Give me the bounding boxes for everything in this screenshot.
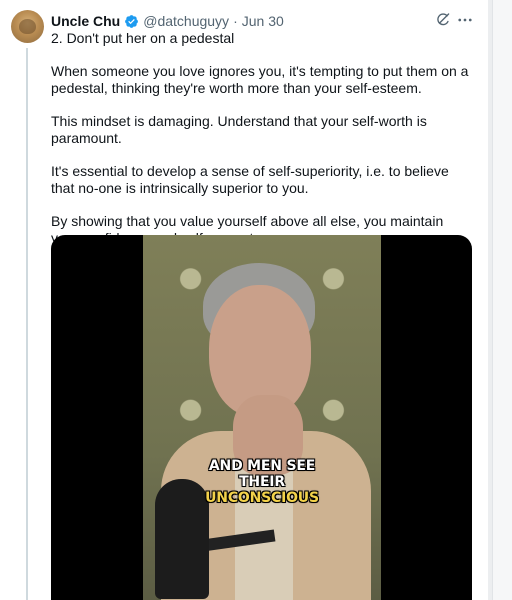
author-name[interactable]: Uncle Chu: [51, 13, 120, 29]
tweet-date[interactable]: Jun 30: [242, 13, 284, 29]
tweet-paragraph: It's essential to develop a sense of sel…: [51, 163, 449, 196]
thread-line: [26, 48, 28, 600]
tweet-card: Uncle Chu @datchuguyy · Jun 30 2. Don't …: [0, 0, 488, 600]
grok-icon[interactable]: [434, 11, 452, 29]
tweet-paragraph: When someone you love ignores you, it's …: [51, 63, 469, 96]
tweet-header: Uncle Chu @datchuguyy · Jun 30: [51, 11, 284, 31]
tweet-paragraph: 2. Don't put her on a pedestal: [51, 30, 235, 46]
author-handle[interactable]: @datchuguyy: [143, 13, 229, 29]
sidebar-panel: [492, 0, 512, 600]
avatar-image: [19, 19, 36, 34]
video-player[interactable]: AND MEN SEE THEIR UNCONSCIOUS: [51, 235, 472, 600]
more-icon[interactable]: [456, 11, 474, 29]
video-caption: AND MEN SEE THEIR UNCONSCIOUS: [143, 458, 381, 506]
tweet-text: 2. Don't put her on a pedestal When some…: [51, 30, 471, 247]
verified-badge-icon: [124, 14, 139, 29]
header-separator: ·: [233, 13, 238, 29]
video-frame: AND MEN SEE THEIR UNCONSCIOUS: [143, 235, 381, 600]
caption-line: THEIR: [239, 474, 285, 490]
page-sidebar-edge: [488, 0, 512, 600]
avatar[interactable]: [11, 10, 44, 43]
caption-line-highlight: UNCONSCIOUS: [205, 490, 319, 506]
tweet-paragraph: This mindset is damaging. Understand tha…: [51, 113, 427, 146]
caption-line: AND MEN SEE: [208, 458, 316, 474]
